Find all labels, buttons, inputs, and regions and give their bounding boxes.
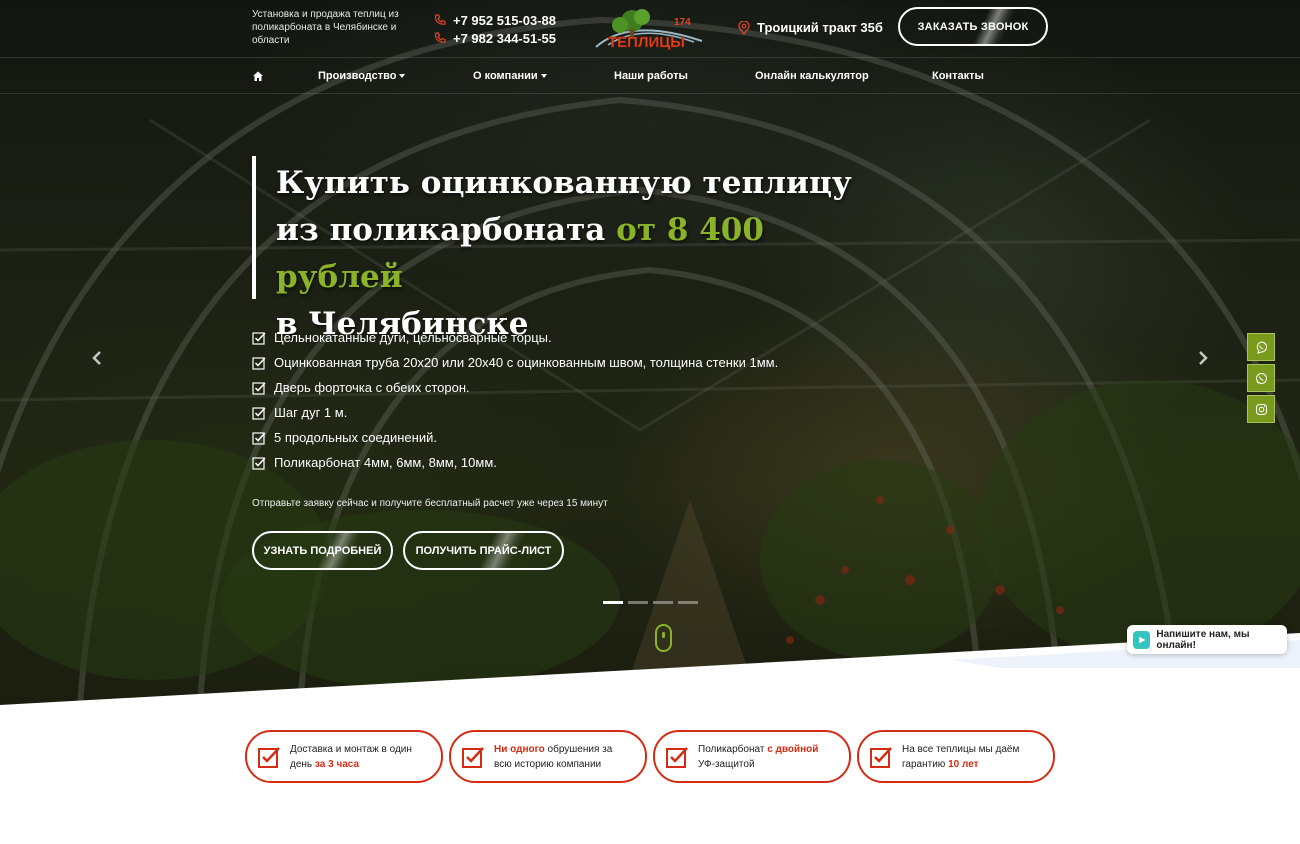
checkbox-check-icon <box>252 431 266 445</box>
checkmark-box-icon <box>666 746 688 768</box>
slider-dot[interactable] <box>628 601 648 604</box>
address-text: Троицкий тракт 35б <box>757 20 883 35</box>
advantage-text: На все теплицы мы даём гарантию 10 лет <box>902 743 1020 770</box>
chat-icon <box>1133 630 1151 649</box>
nav-calculator[interactable]: Онлайн калькулятор <box>755 58 869 94</box>
slider-next-icon[interactable] <box>1196 350 1210 366</box>
advantage-card: На все теплицы мы даём гарантию 10 лет <box>857 730 1055 783</box>
advantage-text: Ни одного обрушения за всю историю компа… <box>494 743 613 770</box>
hero-title-line2: из поликарбоната <box>276 212 617 248</box>
feature-item: Цельнокатанные дуги, цельносварные торцы… <box>252 325 778 350</box>
feature-item: Шаг дуг 1 м. <box>252 400 778 425</box>
feature-item: Дверь форточка с обеих сторон. <box>252 375 778 400</box>
checkbox-check-icon <box>252 456 266 470</box>
nav-about-label: О компании <box>473 70 538 82</box>
order-call-button[interactable]: ЗАКАЗАТЬ ЗВОНОК <box>898 7 1048 46</box>
nav-works-label: Наши работы <box>614 70 688 82</box>
nav-production[interactable]: Производство <box>318 58 406 94</box>
hero-hint: Отправьте заявку сейчас и получите беспл… <box>252 498 608 509</box>
instagram-button[interactable] <box>1247 395 1275 423</box>
checkbox-check-icon <box>252 406 266 420</box>
feature-text: 5 продольных соединений. <box>274 430 437 445</box>
feature-text: Цельнокатанные дуги, цельносварные торцы… <box>274 330 552 345</box>
site-logo[interactable]: 174 ТЕПЛИЦЫ <box>590 5 710 51</box>
top-header: Установка и продажа теплиц из поликарбон… <box>0 0 1300 58</box>
advantage-text: Поликарбонат с двойной УФ-защитой <box>698 743 819 770</box>
site-tagline: Установка и продажа теплиц из поликарбон… <box>252 9 399 46</box>
advantage-card: Доставка и монтаж в один день за 3 часа <box>245 730 443 783</box>
checkbox-check-icon <box>252 331 266 345</box>
chat-label: Напишите нам, мы онлайн! <box>1156 628 1250 651</box>
phone-1-text: +7 952 515-03-88 <box>453 12 557 28</box>
phone-1[interactable]: +7 952 515-03-88 <box>434 11 556 29</box>
get-price-list-button[interactable]: ПОЛУЧИТЬ ПРАЙС-ЛИСТ <box>403 531 564 570</box>
feature-text: Оцинкованная труба 20х20 или 20х40 с оци… <box>274 355 779 370</box>
phone-2[interactable]: +7 982 344-51-55 <box>434 29 556 47</box>
nav-contacts[interactable]: Контакты <box>932 58 984 94</box>
viber-button[interactable] <box>1247 333 1275 361</box>
checkbox-check-icon <box>252 381 266 395</box>
advantage-card: Поликарбонат с двойной УФ-защитой <box>653 730 851 783</box>
title-accent-bar <box>252 156 256 299</box>
feature-text: Шаг дуг 1 м. <box>274 405 348 420</box>
slider-dot[interactable] <box>678 601 698 604</box>
phone-2-text: +7 982 344-51-55 <box>453 30 557 46</box>
checkmark-box-icon <box>462 746 484 768</box>
online-chat-widget[interactable]: Напишите нам, мы онлайн! <box>1127 625 1287 654</box>
phone-list: +7 952 515-03-88 +7 982 344-51-55 <box>434 11 556 47</box>
phone-icon <box>434 14 446 25</box>
slider-dot[interactable] <box>653 601 673 604</box>
checkmark-box-icon <box>258 746 280 768</box>
checkmark-box-icon <box>870 746 892 768</box>
whatsapp-button[interactable] <box>1247 364 1275 392</box>
hero-title-line1: Купить оцинкованную теплицу <box>276 165 852 201</box>
viber-icon <box>1256 340 1267 354</box>
slider-dots <box>603 601 698 604</box>
feature-item: Поликарбонат 4мм, 6мм, 8мм, 10мм. <box>252 450 778 475</box>
scroll-down-mouse-icon[interactable] <box>655 624 672 652</box>
nav-home[interactable] <box>252 58 264 94</box>
slider-dot[interactable] <box>603 601 623 604</box>
phone-icon <box>434 32 446 43</box>
main-nav: Производство О компании Наши работы Онла… <box>0 58 1300 94</box>
location-pin-icon <box>738 20 750 35</box>
address: Троицкий тракт 35б <box>738 20 883 35</box>
caret-down-icon <box>399 74 406 78</box>
feature-item: 5 продольных соединений. <box>252 425 778 450</box>
feature-text: Дверь форточка с обеих сторон. <box>274 380 470 395</box>
advantage-text: Доставка и монтаж в один день за 3 часа <box>290 743 412 770</box>
nav-calculator-label: Онлайн калькулятор <box>755 70 869 82</box>
logo-number: 174 <box>674 17 691 28</box>
instagram-icon <box>1255 403 1267 415</box>
nav-production-label: Производство <box>318 70 397 82</box>
whatsapp-icon <box>1255 372 1267 384</box>
nav-works[interactable]: Наши работы <box>614 58 688 94</box>
feature-list: Цельнокатанные дуги, цельносварные торцы… <box>252 325 778 475</box>
caret-down-icon <box>540 74 547 78</box>
nav-contacts-label: Контакты <box>932 70 984 82</box>
slider-prev-icon[interactable] <box>90 350 104 366</box>
learn-more-button[interactable]: УЗНАТЬ ПОДРОБНЕЙ <box>252 531 393 570</box>
feature-item: Оцинкованная труба 20х20 или 20х40 с оци… <box>252 350 778 375</box>
feature-text: Поликарбонат 4мм, 6мм, 8мм, 10мм. <box>274 455 497 470</box>
hero-title: Купить оцинкованную теплицу из поликарбо… <box>276 160 896 348</box>
home-icon <box>253 71 263 81</box>
nav-about[interactable]: О компании <box>473 58 547 94</box>
advantage-card: Ни одного обрушения за всю историю компа… <box>449 730 647 783</box>
logo-text: ТЕПЛИЦЫ <box>608 34 685 51</box>
checkbox-check-icon <box>252 356 266 370</box>
